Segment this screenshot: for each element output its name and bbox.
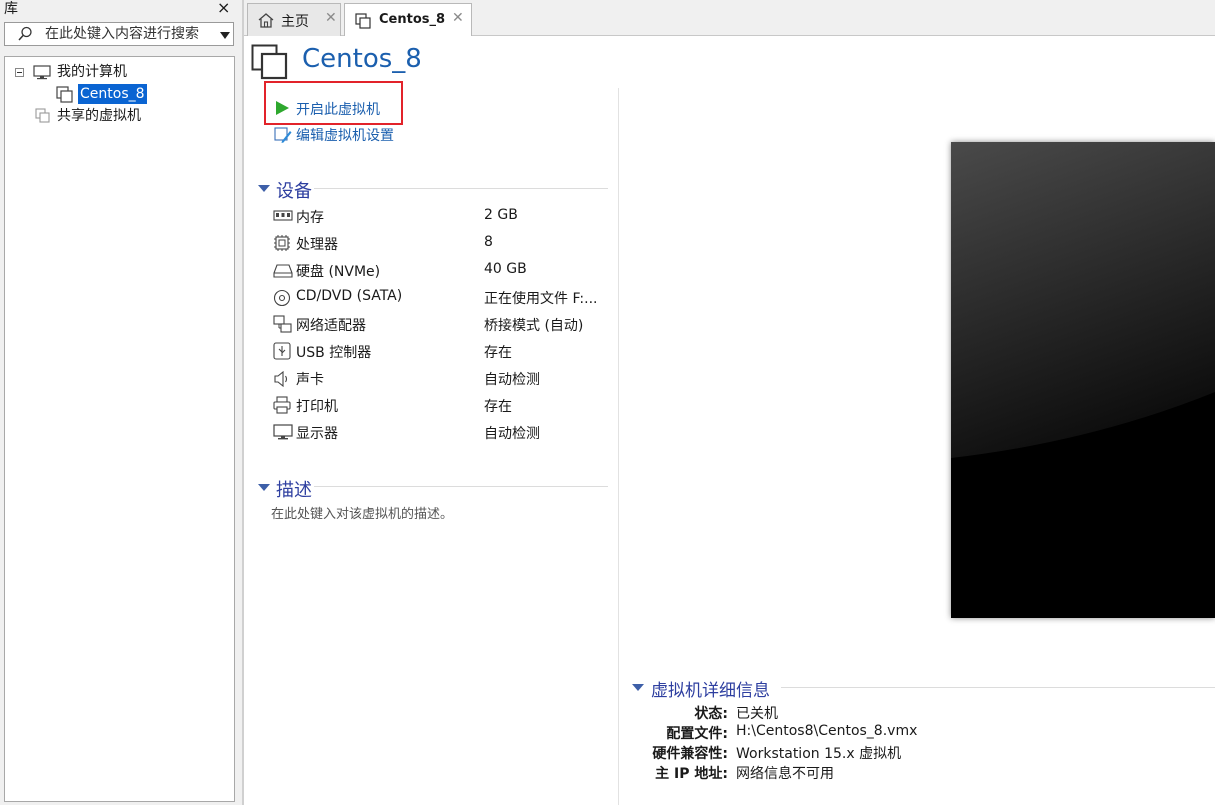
- detail-label-ip: 主 IP 地址:: [655, 766, 728, 782]
- vm-screen-thumbnail[interactable]: [951, 142, 1215, 618]
- page-title: Centos_8: [302, 44, 422, 74]
- home-icon: [258, 13, 274, 28]
- cpu-icon: [274, 235, 290, 251]
- search-icon: [18, 26, 32, 41]
- section-divider: [781, 687, 1215, 688]
- detail-label-config-file: 配置文件:: [666, 726, 728, 742]
- device-row-printer[interactable]: 打印机 存在: [270, 396, 610, 416]
- detail-label-status: 状态:: [694, 706, 728, 722]
- detail-value-ip: 网络信息不可用: [736, 766, 834, 782]
- edit-settings-icon: [274, 127, 292, 143]
- device-value: 2 GB: [484, 207, 518, 223]
- description-header[interactable]: 描述: [276, 476, 312, 502]
- monitor-icon: [33, 65, 51, 80]
- detail-label-hw-compat: 硬件兼容性:: [652, 746, 728, 762]
- device-name: 打印机: [296, 399, 338, 415]
- device-row-soundcard[interactable]: 声卡 自动检测: [270, 369, 610, 389]
- library-title: 库: [4, 1, 18, 17]
- display-icon: [273, 424, 293, 440]
- device-value: 40 GB: [484, 261, 527, 277]
- tab-bar: 主页 ✕ Centos_8 ✕: [244, 0, 1215, 37]
- tab-close-icon[interactable]: ✕: [325, 10, 337, 26]
- usb-icon: [273, 342, 291, 360]
- device-name: 网络适配器: [296, 318, 366, 334]
- library-tree: 我的计算机 Centos_8 共享的虚拟机: [4, 56, 235, 802]
- device-name: 硬盘 (NVMe): [296, 264, 381, 280]
- library-search-input[interactable]: [45, 25, 215, 43]
- device-name: USB 控制器: [296, 345, 372, 361]
- vm-large-icon: [251, 44, 288, 80]
- speaker-icon: [274, 371, 288, 387]
- play-icon: [276, 101, 289, 115]
- edit-settings-label: 编辑虚拟机设置: [296, 128, 394, 144]
- tree-item-shared-vms[interactable]: 共享的虚拟机: [5, 106, 234, 126]
- collapse-toggle-icon[interactable]: [15, 68, 24, 77]
- printer-icon: [273, 396, 291, 414]
- device-row-harddisk[interactable]: 硬盘 (NVMe) 40 GB: [270, 261, 610, 281]
- device-name: 显示器: [296, 426, 338, 442]
- device-value: 存在: [484, 399, 512, 415]
- description-input[interactable]: 在此处键入对该虚拟机的描述。: [271, 503, 453, 522]
- library-panel: 库 × 我的计算机 Centos_8: [0, 0, 242, 805]
- section-divider: [314, 188, 608, 189]
- detail-value-status: 已关机: [736, 706, 778, 722]
- device-value: 自动检测: [484, 372, 540, 388]
- device-value: 自动检测: [484, 426, 540, 442]
- device-row-cddvd[interactable]: CD/DVD (SATA) 正在使用文件 F:...: [270, 288, 610, 308]
- tree-item-label: 我的计算机: [57, 64, 127, 80]
- vm-icon: [355, 13, 371, 29]
- device-row-memory[interactable]: 内存 2 GB: [270, 207, 610, 227]
- device-name: 处理器: [296, 237, 338, 253]
- device-value: 8: [484, 234, 493, 250]
- device-name: 声卡: [296, 372, 324, 388]
- memory-icon: [273, 210, 293, 221]
- details-header[interactable]: 虚拟机详细信息: [651, 676, 770, 701]
- tree-item-label: 共享的虚拟机: [57, 108, 141, 124]
- tab-centos8[interactable]: Centos_8 ✕: [344, 3, 472, 37]
- device-value: 正在使用文件 F:...: [484, 291, 598, 307]
- section-divider: [314, 486, 608, 487]
- detail-value-config-file: H:\Centos8\Centos_8.vmx: [736, 723, 918, 739]
- tree-item-my-computer[interactable]: 我的计算机: [5, 62, 234, 82]
- device-value: 桥接模式 (自动): [484, 318, 584, 334]
- library-close-icon[interactable]: ×: [217, 0, 230, 17]
- device-row-network[interactable]: 网络适配器 桥接模式 (自动): [270, 315, 610, 335]
- network-icon: [273, 315, 292, 333]
- harddisk-icon: [273, 264, 293, 278]
- device-row-display[interactable]: 显示器 自动检测: [270, 423, 610, 443]
- device-row-usb[interactable]: USB 控制器 存在: [270, 342, 610, 362]
- cd-icon: [273, 289, 291, 307]
- collapse-devices-icon[interactable]: [258, 185, 270, 192]
- device-name: 内存: [296, 210, 324, 226]
- tree-item-label-selected: Centos_8: [78, 84, 147, 104]
- power-on-label: 开启此虚拟机: [296, 102, 380, 118]
- device-name: CD/DVD (SATA): [296, 288, 403, 304]
- devices-header[interactable]: 设备: [276, 177, 312, 203]
- collapse-description-icon[interactable]: [258, 484, 270, 491]
- tab-home[interactable]: 主页 ✕: [247, 3, 341, 36]
- detail-value-hw-compat: Workstation 15.x 虚拟机: [736, 746, 902, 762]
- tree-item-centos8[interactable]: Centos_8: [5, 84, 234, 104]
- device-value: 存在: [484, 345, 512, 361]
- tab-label: Centos_8: [379, 12, 446, 27]
- column-divider: [618, 88, 619, 805]
- collapse-details-icon[interactable]: [632, 684, 644, 691]
- vm-icon: [56, 86, 73, 103]
- tab-close-icon[interactable]: ✕: [452, 10, 464, 26]
- tab-label: 主页: [281, 14, 309, 30]
- device-row-processor[interactable]: 处理器 8: [270, 234, 610, 254]
- shared-vm-icon: [35, 108, 50, 123]
- library-search-box[interactable]: [4, 22, 234, 46]
- screen-gloss: [951, 142, 1215, 618]
- search-dropdown-icon[interactable]: [220, 32, 230, 39]
